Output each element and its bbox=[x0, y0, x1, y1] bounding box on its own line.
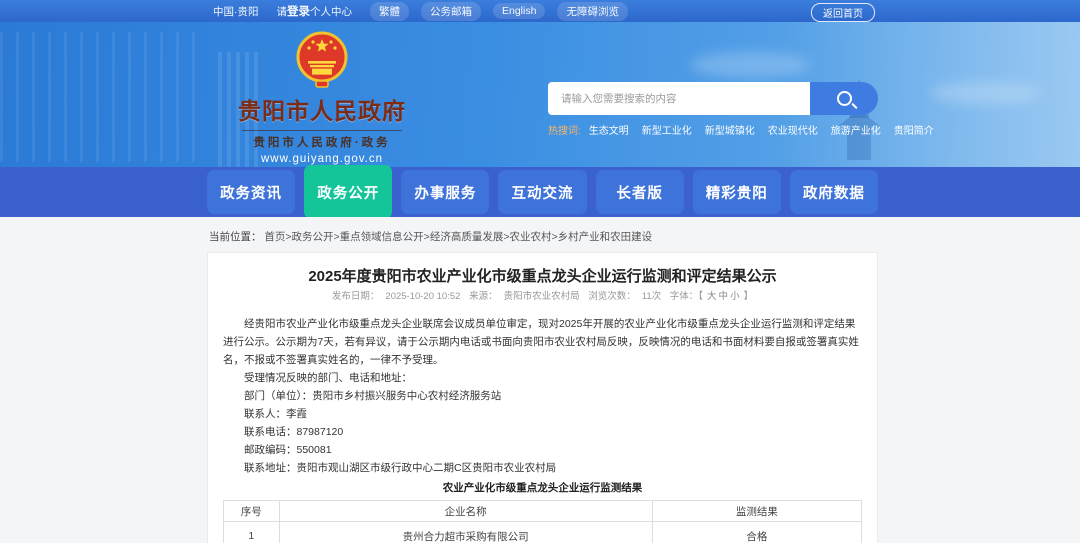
banner-left-decor bbox=[0, 32, 205, 162]
breadcrumb-label: 当前位置： bbox=[209, 231, 262, 243]
table-header-row: 序号 企业名称 监测结果 bbox=[223, 500, 863, 522]
back-to-home-button[interactable]: 返回首页 bbox=[811, 3, 875, 22]
cell-index: 1 bbox=[223, 521, 280, 543]
cell-result: 合格 bbox=[651, 521, 863, 543]
site-title: 贵阳市人民政府 bbox=[238, 98, 406, 124]
search-input[interactable] bbox=[548, 82, 810, 115]
search-area: 热搜词: 生态文明 新型工业化 新型城镇化 农业现代化 旅游产业化 贵阳简介 bbox=[548, 82, 934, 137]
paragraph: 部门（单位）：贵阳市乡村振兴服务中心农村经济服务站 bbox=[244, 390, 502, 402]
paragraph: 邮政编码：550081 bbox=[244, 444, 332, 456]
hot-keyword[interactable]: 旅游产业化 bbox=[831, 122, 881, 137]
paragraph: 联系人：李霞 bbox=[244, 408, 307, 420]
top-utility-bar: 中国·贵阳 请登录个人中心 繁體 公务邮箱 English 无障碍浏览 返回首页 bbox=[0, 0, 1080, 22]
paragraph: 经贵阳市农业产业化市级重点龙头企业联席会议成员单位审定，现对2025年开展的农业… bbox=[223, 318, 859, 366]
traditional-chinese-link[interactable]: 繁體 bbox=[370, 1, 409, 21]
monitoring-result-table: 序号 企业名称 监测结果 1 贵州合力超市采购有限公司 合格 2 贵州友禾种业有… bbox=[223, 500, 863, 543]
search-button[interactable] bbox=[810, 82, 878, 115]
paragraph: 联系地址：贵阳市观山湖区市级行政中心二期C区贵阳市农业农村局 bbox=[244, 462, 557, 474]
article-meta: 发布日期： 2025-10-20 10:52 来源： 贵阳市农业农村局 浏览次数： 1… bbox=[223, 291, 862, 303]
hot-search-label: 热搜词: bbox=[548, 126, 581, 137]
table-row: 1 贵州合力超市采购有限公司 合格 bbox=[223, 521, 863, 543]
nav-tab-banshi-fuwu[interactable]: 办事服务 bbox=[401, 170, 490, 214]
login-pre: 请 bbox=[276, 6, 288, 18]
header-company: 企业名称 bbox=[278, 500, 653, 522]
hot-search-row: 热搜词: 生态文明 新型工业化 新型城镇化 农业现代化 旅游产业化 贵阳简介 bbox=[548, 122, 934, 137]
login-bold: 登录 bbox=[287, 6, 310, 18]
source-value: 贵阳市农业农村局 bbox=[503, 291, 580, 302]
article-body: 经贵阳市农业产业化市级重点龙头企业联席会议成员单位审定，现对2025年开展的农业… bbox=[223, 315, 862, 477]
font-size-small-button[interactable]: 小 bbox=[730, 291, 740, 302]
english-link[interactable]: English bbox=[493, 3, 546, 19]
hot-keyword[interactable]: 生态文明 bbox=[589, 122, 629, 137]
page: 中国·贵阳 请登录个人中心 繁體 公务邮箱 English 无障碍浏览 返回首页 bbox=[0, 0, 1080, 543]
views-label: 浏览次数： bbox=[588, 291, 636, 302]
site-url: www.guiyang.gov.cn bbox=[261, 153, 383, 165]
paragraph: 联系电话：87987120 bbox=[244, 426, 344, 438]
nav-tab-zhangzhe-ban[interactable]: 长者版 bbox=[595, 170, 684, 214]
nav-tab-zhengwu-zixun[interactable]: 政务资讯 bbox=[207, 170, 296, 214]
paragraph: 受理情况反映的部门、电话和地址： bbox=[244, 372, 412, 384]
article-card: 2025年度贵阳市农业产业化市级重点龙头企业运行监测和评定结果公示 发布日期： 2… bbox=[207, 252, 878, 543]
font-size-large-button[interactable]: 大 bbox=[707, 291, 717, 302]
hot-keyword[interactable]: 农业现代化 bbox=[768, 122, 818, 137]
views-value: 11次 bbox=[641, 291, 662, 302]
breadcrumb: 当前位置： 首页>政务公开>重点领域信息公开>经济高质量发展>农业农村>乡村产业… bbox=[209, 229, 652, 244]
site-subtitle: 贵阳市人民政府·政务 bbox=[253, 137, 391, 149]
publish-date-label: 发布日期： bbox=[331, 291, 380, 302]
header-result: 监测结果 bbox=[651, 500, 863, 522]
login-link[interactable]: 请登录个人中心 bbox=[277, 3, 353, 19]
nav-tab-zhengwu-gongkai[interactable]: 政务公开 bbox=[304, 165, 393, 219]
font-size-label: 字体：【 bbox=[669, 291, 704, 302]
content-area: 当前位置： 首页>政务公开>重点领域信息公开>经济高质量发展>农业农村>乡村产业… bbox=[0, 217, 1080, 543]
national-emblem-icon bbox=[296, 31, 348, 88]
publish-date: 2025-10-20 10:52 bbox=[385, 291, 461, 302]
login-post: 个人中心 bbox=[310, 6, 352, 18]
hot-keyword[interactable]: 新型工业化 bbox=[642, 122, 692, 137]
official-mail-link[interactable]: 公务邮箱 bbox=[421, 1, 481, 21]
font-size-medium-button[interactable]: 中 bbox=[719, 291, 729, 302]
table-caption: 农业产业化市级重点龙头企业运行监测结果 bbox=[442, 482, 643, 494]
cloud-decor bbox=[690, 52, 810, 78]
title-divider bbox=[242, 130, 402, 131]
nav-tab-jingcai-guiyang[interactable]: 精彩贵阳 bbox=[692, 170, 781, 214]
header-banner: 贵阳市人民政府 贵阳市人民政府·政务 www.guiyang.gov.cn 热搜… bbox=[0, 22, 1080, 167]
main-nav: 政务资讯 政务公开 办事服务 互动交流 长者版 精彩贵阳 政府数据 bbox=[207, 165, 878, 219]
font-size-bracket-close: 】 bbox=[743, 291, 754, 302]
cell-company: 贵州合力超市采购有限公司 bbox=[278, 521, 653, 543]
source-label: 来源： bbox=[469, 291, 498, 302]
nav-tab-hudong-jiaoliu[interactable]: 互动交流 bbox=[498, 170, 587, 214]
search-box bbox=[548, 82, 878, 115]
cloud-decor bbox=[930, 82, 1040, 104]
search-icon bbox=[836, 91, 852, 106]
header-index: 序号 bbox=[223, 500, 280, 522]
region-label[interactable]: 中国·贵阳 bbox=[213, 4, 259, 19]
site-logo[interactable]: 贵阳市人民政府 贵阳市人民政府·政务 www.guiyang.gov.cn bbox=[207, 30, 437, 165]
accessibility-link[interactable]: 无障碍浏览 bbox=[557, 1, 628, 21]
article-title: 2025年度贵阳市农业产业化市级重点龙头企业运行监测和评定结果公示 bbox=[308, 268, 777, 285]
hot-keyword[interactable]: 新型城镇化 bbox=[705, 122, 755, 137]
nav-tab-zhengfu-shuju[interactable]: 政府数据 bbox=[789, 170, 878, 214]
breadcrumb-path[interactable]: 首页>政务公开>重点领域信息公开>经济高质量发展>农业农村>乡村产业和农田建设 bbox=[264, 231, 652, 243]
hot-keyword[interactable]: 贵阳简介 bbox=[894, 122, 934, 137]
